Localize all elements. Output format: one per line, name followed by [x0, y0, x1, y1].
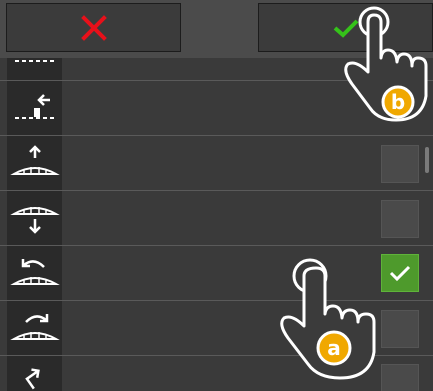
checkmark-icon — [389, 265, 411, 282]
boom-tilt-left-icon — [7, 246, 62, 300]
row-checkbox[interactable] — [381, 145, 419, 183]
row-checkbox-checked[interactable] — [381, 254, 419, 292]
hand-pointer-icon: b — [344, 6, 428, 122]
boom-tilt-right-icon — [7, 301, 62, 355]
scrollbar-thumb[interactable] — [425, 147, 429, 173]
callout-b: b — [391, 90, 405, 114]
x-icon — [80, 14, 107, 41]
boom-retract-left-icon — [7, 81, 62, 135]
list-item[interactable] — [0, 191, 433, 246]
row-checkbox[interactable] — [381, 200, 419, 238]
list-item[interactable] — [0, 136, 433, 191]
hand-pointer-icon: a — [280, 258, 376, 380]
cancel-button[interactable] — [6, 3, 181, 52]
boom-lower-icon — [7, 191, 62, 245]
boom-partial-icon — [7, 58, 62, 80]
row-checkbox[interactable] — [381, 364, 419, 391]
callout-a: a — [327, 336, 341, 360]
row-checkbox[interactable] — [381, 310, 419, 348]
boom-raise-icon — [7, 136, 62, 190]
boom-arrow-up-right-icon — [7, 356, 62, 391]
